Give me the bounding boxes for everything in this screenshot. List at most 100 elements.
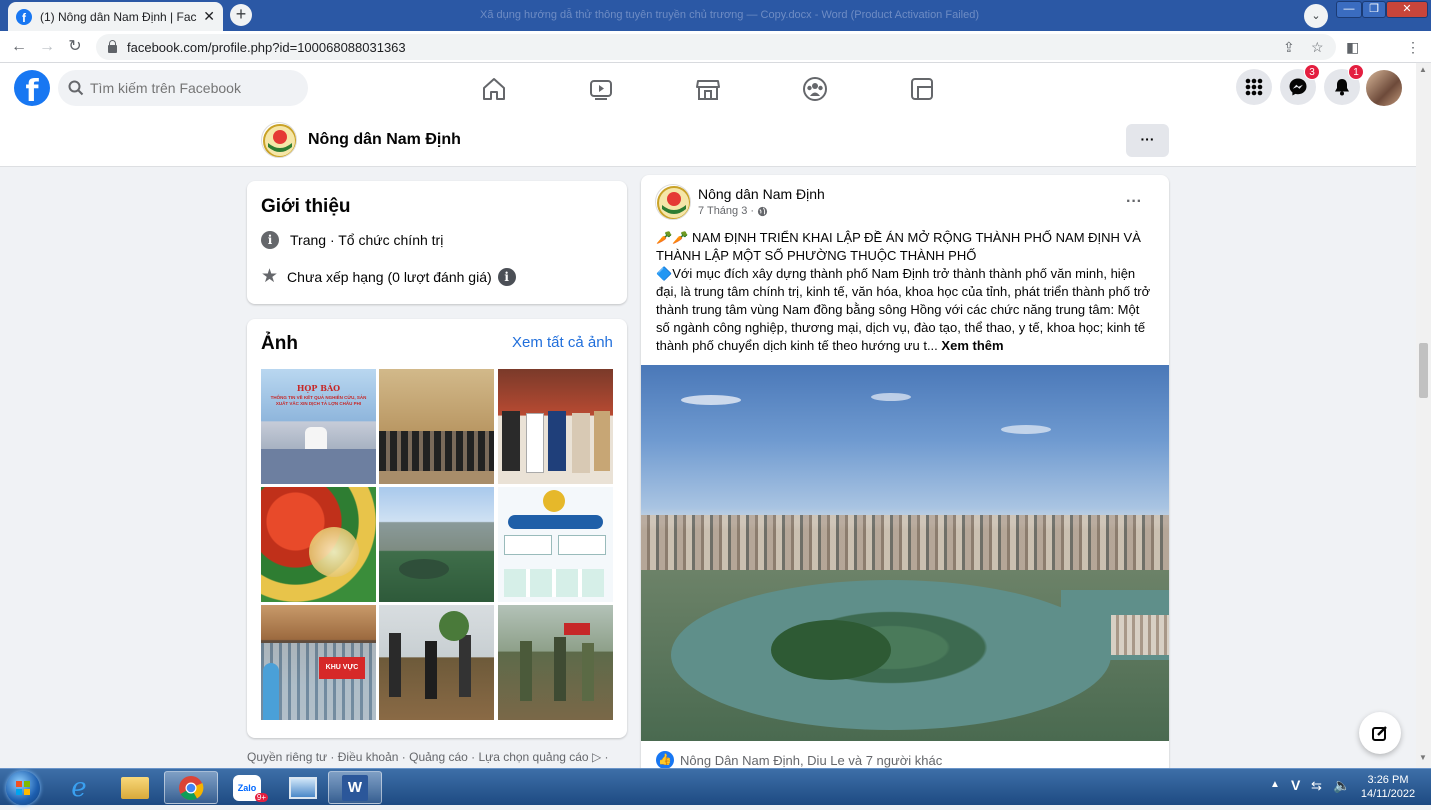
monitor-icon [289, 776, 317, 799]
messenger-icon [1289, 78, 1307, 96]
intro-rating-row: ★ Chưa xếp hạng (0 lượt đánh giá) i [261, 267, 516, 286]
tab-title: (1) Nông dân Nam Định | Facebook [40, 9, 197, 24]
notifications-badge: 1 [1348, 64, 1364, 80]
tab-search-button[interactable]: ⌄ [1304, 4, 1328, 28]
post-text: 🥕🥕 NAM ĐỊNH TRIỂN KHAI LẬP ĐỀ ÁN MỞ RỘNG… [656, 229, 1156, 355]
new-tab-button[interactable]: + [230, 4, 252, 26]
share-icon[interactable]: ⇪ [1283, 39, 1295, 56]
gaming-icon[interactable] [908, 75, 936, 103]
address-bar[interactable]: facebook.com/profile.php?id=100068088031… [96, 34, 1336, 60]
word-app[interactable]: W [328, 771, 382, 804]
sidepanel-icon[interactable]: ◧ [1346, 39, 1359, 56]
clock-time: 3:26 PM [1367, 774, 1409, 786]
see-all-photos-link[interactable]: Xem tất cả ảnh [512, 334, 613, 351]
marketplace-icon[interactable] [694, 75, 722, 103]
post-author-avatar[interactable] [655, 184, 691, 220]
menu-grid-button[interactable] [1236, 69, 1272, 105]
window-title: Xã dụng hướng dẫ thử thông tuyên truyền … [480, 9, 979, 21]
facebook-search[interactable] [58, 70, 308, 106]
post-card: Nông dân Nam Định 7 Tháng 3 · ··· 🥕🥕 NAM… [641, 175, 1169, 775]
page-avatar[interactable] [261, 122, 297, 158]
zalo-app[interactable]: Zalo 9+ [220, 771, 274, 804]
facebook-logo-icon[interactable]: f [14, 70, 50, 106]
post-author[interactable]: Nông dân Nam Định [698, 186, 825, 202]
reactions-row[interactable]: 👍 Nông Dân Nam Định, Diu Le và 7 người k… [656, 751, 942, 769]
home-icon[interactable] [480, 75, 508, 103]
post-body-emoji: 🔷 [656, 266, 673, 281]
photo-banner-subtitle: THÔNG TIN VỀ KẾT QUẢ NGHIÊN CỨU, SẢN XUẤ… [270, 395, 367, 406]
scroll-down-icon[interactable]: ▼ [1419, 753, 1427, 762]
grid-icon [1245, 78, 1263, 96]
volume-icon[interactable]: 🔈 [1333, 777, 1350, 794]
like-reaction-icon: 👍 [656, 751, 674, 769]
search-input[interactable] [90, 80, 290, 96]
scrollbar-thumb[interactable] [1419, 343, 1428, 398]
forward-arrow-icon[interactable]: → [36, 36, 58, 58]
photo-thumbnail[interactable] [498, 487, 613, 602]
browser-tab-strip: f (1) Nông dân Nam Định | Facebook ✕ + X… [0, 0, 1431, 31]
page-scrollbar[interactable]: ▲ ▼ [1416, 63, 1431, 768]
browser-tab[interactable]: f (1) Nông dân Nam Định | Facebook ✕ [8, 2, 223, 31]
post-image[interactable] [641, 365, 1169, 741]
clock-date: 14/11/2022 [1360, 788, 1416, 800]
messenger-button[interactable]: 3 [1280, 64, 1320, 105]
photo-sign-text: KHU VỰC [319, 657, 365, 679]
windows-logo-icon [16, 781, 30, 795]
page-name[interactable]: Nông dân Nam Định [308, 131, 461, 149]
close-tab-icon[interactable]: ✕ [203, 8, 215, 25]
intro-category: Trang · Tổ chức chính trị [290, 232, 444, 248]
photo-thumbnail[interactable]: HỌP BÁO THÔNG TIN VỀ KẾT QUẢ NGHIÊN CỨU,… [261, 369, 376, 484]
close-window-button[interactable]: ✕ [1386, 1, 1428, 18]
footer-links[interactable]: Quyền riêng tư · Điều khoản · Quảng cáo … [247, 750, 609, 764]
scroll-up-icon[interactable]: ▲ [1419, 65, 1427, 74]
notifications-button[interactable]: 1 [1324, 64, 1364, 105]
tray-expand-icon[interactable]: ▲ [1270, 779, 1280, 790]
see-more-link[interactable]: Xem thêm [941, 338, 1003, 353]
post-options-button[interactable]: ··· [1126, 193, 1142, 211]
account-avatar[interactable] [1366, 70, 1402, 106]
groups-icon[interactable] [801, 75, 829, 103]
clock[interactable]: 3:26 PM 14/11/2022 [1358, 773, 1418, 801]
photo-banner-title: HỌP BÁO [296, 383, 341, 393]
page-header-bar: Nông dân Nam Định ··· [0, 115, 1416, 167]
folder-icon [121, 776, 149, 799]
facebook-header: f 3 1 [0, 63, 1416, 115]
internet-explorer-app[interactable]: e [52, 771, 106, 804]
reactions-text: Nông Dân Nam Định, Diu Le và 7 người khá… [680, 752, 943, 768]
globe-icon [757, 206, 768, 216]
url-text: facebook.com/profile.php?id=100068088031… [127, 39, 406, 55]
network-icon[interactable]: ⇆ [1311, 778, 1322, 794]
page-logo-icon [657, 186, 690, 219]
ie-icon: e [71, 772, 87, 803]
bookmark-star-icon[interactable]: ☆ [1311, 39, 1324, 56]
photo-thumbnail[interactable] [379, 369, 494, 484]
input-language[interactable]: V [1291, 777, 1300, 793]
photo-thumbnail[interactable] [498, 369, 613, 484]
new-message-button[interactable] [1359, 712, 1401, 754]
file-explorer-app[interactable] [108, 771, 162, 804]
rating-info-icon[interactable]: i [497, 268, 516, 286]
photo-thumbnail[interactable] [498, 605, 613, 720]
post-date[interactable]: 7 Tháng 3 · [698, 205, 754, 217]
page-more-button[interactable]: ··· [1126, 124, 1169, 157]
maximize-button[interactable]: ❐ [1362, 1, 1386, 18]
remote-desktop-app[interactable] [276, 771, 330, 804]
reload-icon[interactable]: ↻ [64, 36, 86, 58]
start-button[interactable] [6, 771, 40, 805]
photo-thumbnail[interactable] [261, 487, 376, 602]
post-body-block: 🔷Với mục đích xây dựng thành phố Nam Địn… [656, 265, 1156, 355]
photo-thumbnail[interactable] [379, 605, 494, 720]
chrome-menu-icon[interactable]: ⋮ [1406, 39, 1420, 56]
browser-toolbar: ← → ↻ facebook.com/profile.php?id=100068… [0, 31, 1431, 88]
photo-thumbnail[interactable] [379, 487, 494, 602]
chrome-app[interactable] [164, 771, 218, 804]
back-arrow-icon[interactable]: ← [8, 36, 30, 58]
post-headline-block: 🥕🥕 NAM ĐỊNH TRIỂN KHAI LẬP ĐỀ ÁN MỞ RỘNG… [656, 229, 1156, 265]
photo-thumbnail[interactable]: KHU VỰC [261, 605, 376, 720]
intro-category-row: i Trang · Tổ chức chính trị [261, 231, 443, 249]
minimize-button[interactable]: — [1336, 1, 1362, 18]
facebook-favicon-icon: f [16, 8, 32, 25]
watch-video-icon[interactable] [587, 75, 615, 103]
messenger-badge: 3 [1304, 64, 1320, 80]
intro-card: Giới thiệu i Trang · Tổ chức chính trị ★… [247, 181, 627, 304]
